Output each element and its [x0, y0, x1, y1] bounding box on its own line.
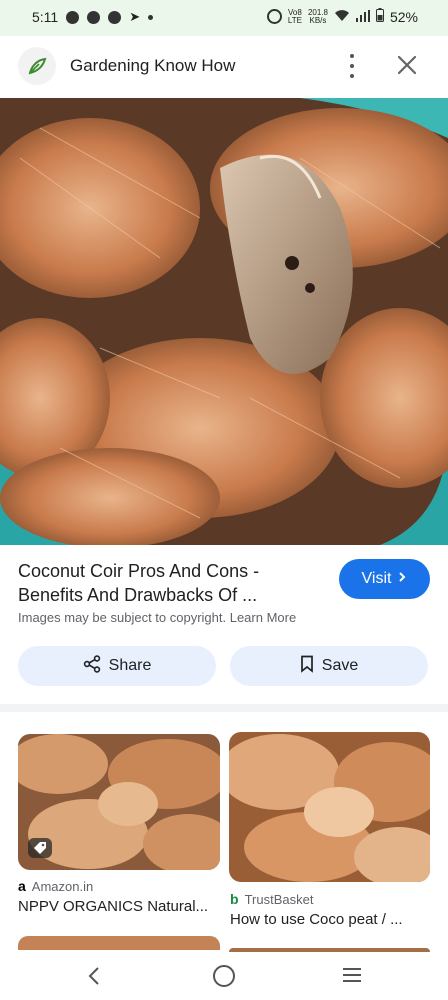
network-speed-unit: KB/s — [309, 15, 327, 25]
system-nav-bar — [0, 952, 448, 1000]
related-image-2[interactable] — [229, 732, 430, 882]
dot-icon — [148, 14, 154, 20]
result-source-1[interactable]: a Amazon.in — [18, 878, 93, 894]
result-source-2[interactable]: b TrustBasket — [230, 891, 313, 907]
home-icon[interactable] — [213, 965, 235, 987]
visit-label: Visit — [361, 570, 392, 587]
share-label: Share — [108, 657, 152, 674]
whatsapp-icon — [87, 10, 101, 24]
result-source-label: Amazon.in — [31, 878, 94, 894]
site-logo-icon[interactable] — [18, 47, 56, 85]
share-button[interactable]: Share — [18, 646, 216, 686]
close-icon[interactable] — [394, 52, 420, 78]
result-source-label: TrustBasket — [244, 891, 314, 907]
related-image-3[interactable] — [18, 936, 220, 950]
app-header: Gardening Know How — [0, 36, 448, 98]
recents-icon[interactable] — [342, 966, 362, 984]
trustbasket-icon: b — [230, 891, 239, 907]
save-button[interactable]: Save — [230, 646, 428, 686]
chat-icon — [108, 10, 122, 24]
copyright-notice[interactable]: Images may be subject to copyright. Lear… — [18, 610, 296, 625]
messenger-icon — [66, 10, 80, 24]
section-divider — [0, 704, 448, 712]
main-image[interactable] — [0, 98, 448, 545]
status-bar: 5:11 ➤ Vo8 LTE 201.8 KB/s 52% — [0, 0, 448, 36]
more-vert-icon[interactable] — [342, 54, 362, 78]
wifi-icon — [334, 9, 350, 25]
alarm-icon — [266, 9, 282, 24]
chevron-right-icon — [397, 570, 407, 588]
network-speed: 201.8 KB/s — [308, 8, 328, 25]
save-label: Save — [321, 657, 359, 674]
result-title-1[interactable]: NPPV ORGANICS Natural... — [18, 898, 208, 915]
visit-button[interactable]: Visit — [339, 559, 430, 599]
volte-indicator: Vo8 LTE — [287, 8, 302, 25]
bookmark-icon — [300, 655, 314, 678]
battery-percent: 52% — [389, 8, 418, 25]
share-icon — [83, 654, 101, 678]
lte-label: LTE — [287, 15, 302, 25]
signal-icon — [355, 9, 370, 25]
shopping-tag-icon — [28, 838, 52, 858]
amazon-icon: a — [18, 878, 26, 894]
telegram-icon: ➤ — [129, 9, 141, 24]
result-title-2[interactable]: How to use Coco peat / ... — [230, 911, 403, 928]
battery-icon — [375, 8, 384, 25]
back-icon[interactable] — [86, 964, 102, 993]
site-title[interactable]: Gardening Know How — [70, 56, 235, 76]
status-time: 5:11 — [32, 9, 59, 25]
image-caption-title[interactable]: Coconut Coir Pros And Cons - Benefits An… — [18, 559, 318, 607]
